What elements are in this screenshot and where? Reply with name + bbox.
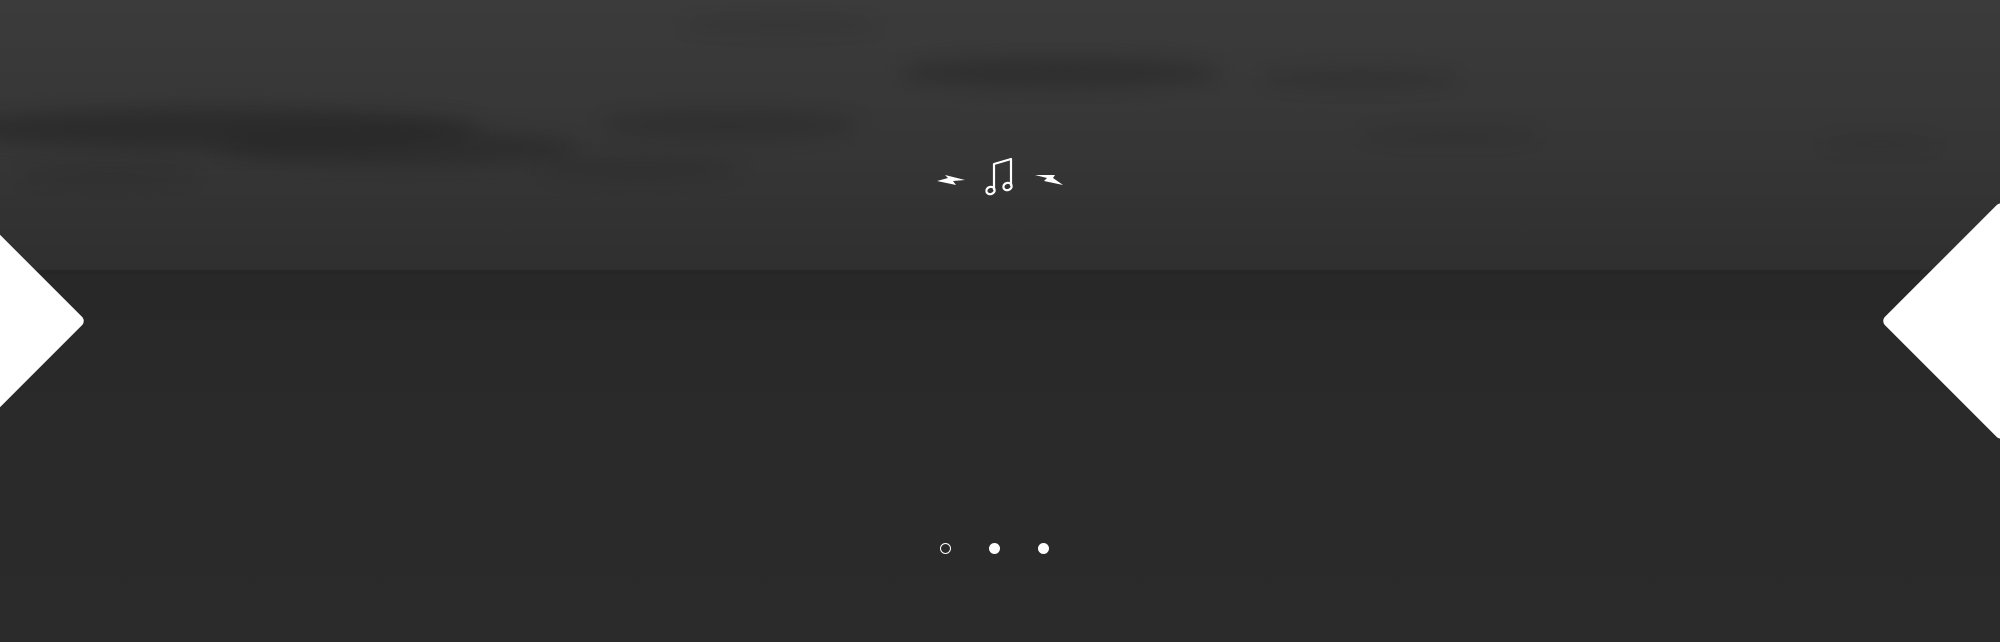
slide-pagination <box>940 543 1060 557</box>
background-sea <box>0 270 2000 642</box>
cloud <box>680 18 880 32</box>
lightning-bolt-icon <box>937 175 965 185</box>
cloud <box>900 58 1220 88</box>
hero-slider <box>0 0 2000 642</box>
brand-logo <box>935 156 1065 198</box>
cloud <box>220 130 580 166</box>
cloud <box>600 110 860 140</box>
music-note-icon <box>985 157 1013 196</box>
pagination-dot-3[interactable] <box>1038 543 1049 554</box>
pagination-dot-1[interactable] <box>940 543 951 554</box>
cloud <box>20 168 200 184</box>
lightning-bolt-icon <box>1035 175 1063 185</box>
cloud <box>1260 70 1460 88</box>
cloud <box>1820 138 1940 150</box>
pagination-dot-2[interactable] <box>989 543 1000 554</box>
cloud <box>540 160 740 178</box>
horizon-line <box>0 268 2000 274</box>
cloud <box>1360 128 1540 142</box>
